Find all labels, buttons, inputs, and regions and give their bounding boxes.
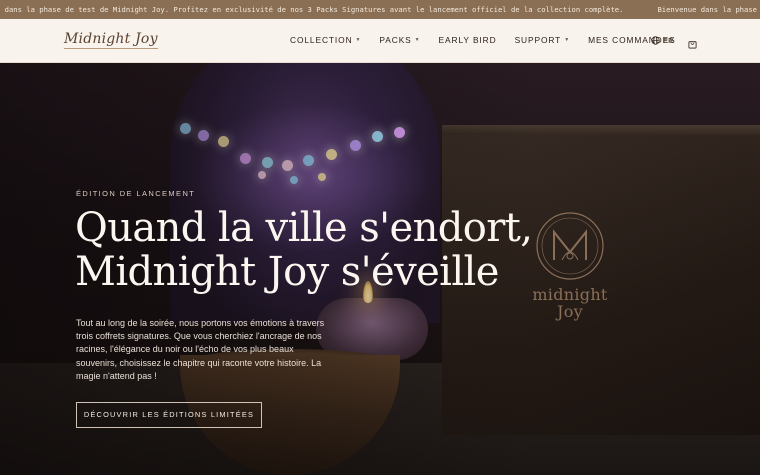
announcement-track: e dans la phase de test de Midnight Joy.… [0,0,760,19]
nav-item-label: PACKS [379,35,412,45]
nav-item-packs[interactable]: PACKS ▼ [379,35,420,45]
nav-item-early-bird[interactable]: EARLY BIRD [439,35,497,45]
nav-item-collection[interactable]: COLLECTION ▼ [290,35,361,45]
cart-button[interactable] [688,36,697,54]
main-nav: COLLECTION ▼ PACKS ▼ EARLY BIRD SUPPORT … [290,35,694,45]
language-selector[interactable]: FR [651,36,674,45]
site-header: Midnight Joy COLLECTION ▼ PACKS ▼ EARLY … [0,19,760,63]
hero-eyebrow: ÉDITION DE LANCEMENT [76,189,196,198]
hero-body-text: Tout au long de la soirée, nous portons … [76,318,325,381]
announcement-text-repeat: Bienvenue dans la phase de test de Midni… [657,5,760,14]
announcement-text: e dans la phase de test de Midnight Joy.… [0,5,624,14]
chevron-down-icon: ▼ [564,37,571,43]
nav-item-label: SUPPORT [514,35,562,45]
box-brand-line2: Joy [557,302,583,321]
chevron-down-icon: ▼ [414,37,421,43]
nav-item-label: COLLECTION [290,35,353,45]
announcement-bar: e dans la phase de test de Midnight Joy.… [0,0,760,19]
hero-section: midnight Joy ÉDITION DE LANCEMENT Quand … [0,63,760,475]
site-logo[interactable]: Midnight Joy [64,31,158,49]
globe-icon [651,36,660,45]
hero-headline-line2: Midnight Joy s'éveille [75,249,499,295]
hero-headline-line1: Quand la ville s'endort, [75,205,533,251]
shopping-bag-icon [688,41,697,49]
discover-limited-editions-button[interactable]: DÉCOUVRIR LES ÉDITIONS LIMITÉES [76,402,262,428]
nav-item-support[interactable]: SUPPORT ▼ [515,35,571,45]
chevron-down-icon: ▼ [355,37,362,43]
language-label: FR [663,36,675,45]
hero-headline: Quand la ville s'endort, Midnight Joy s'… [75,206,575,294]
nav-item-label: EARLY BIRD [438,35,497,45]
